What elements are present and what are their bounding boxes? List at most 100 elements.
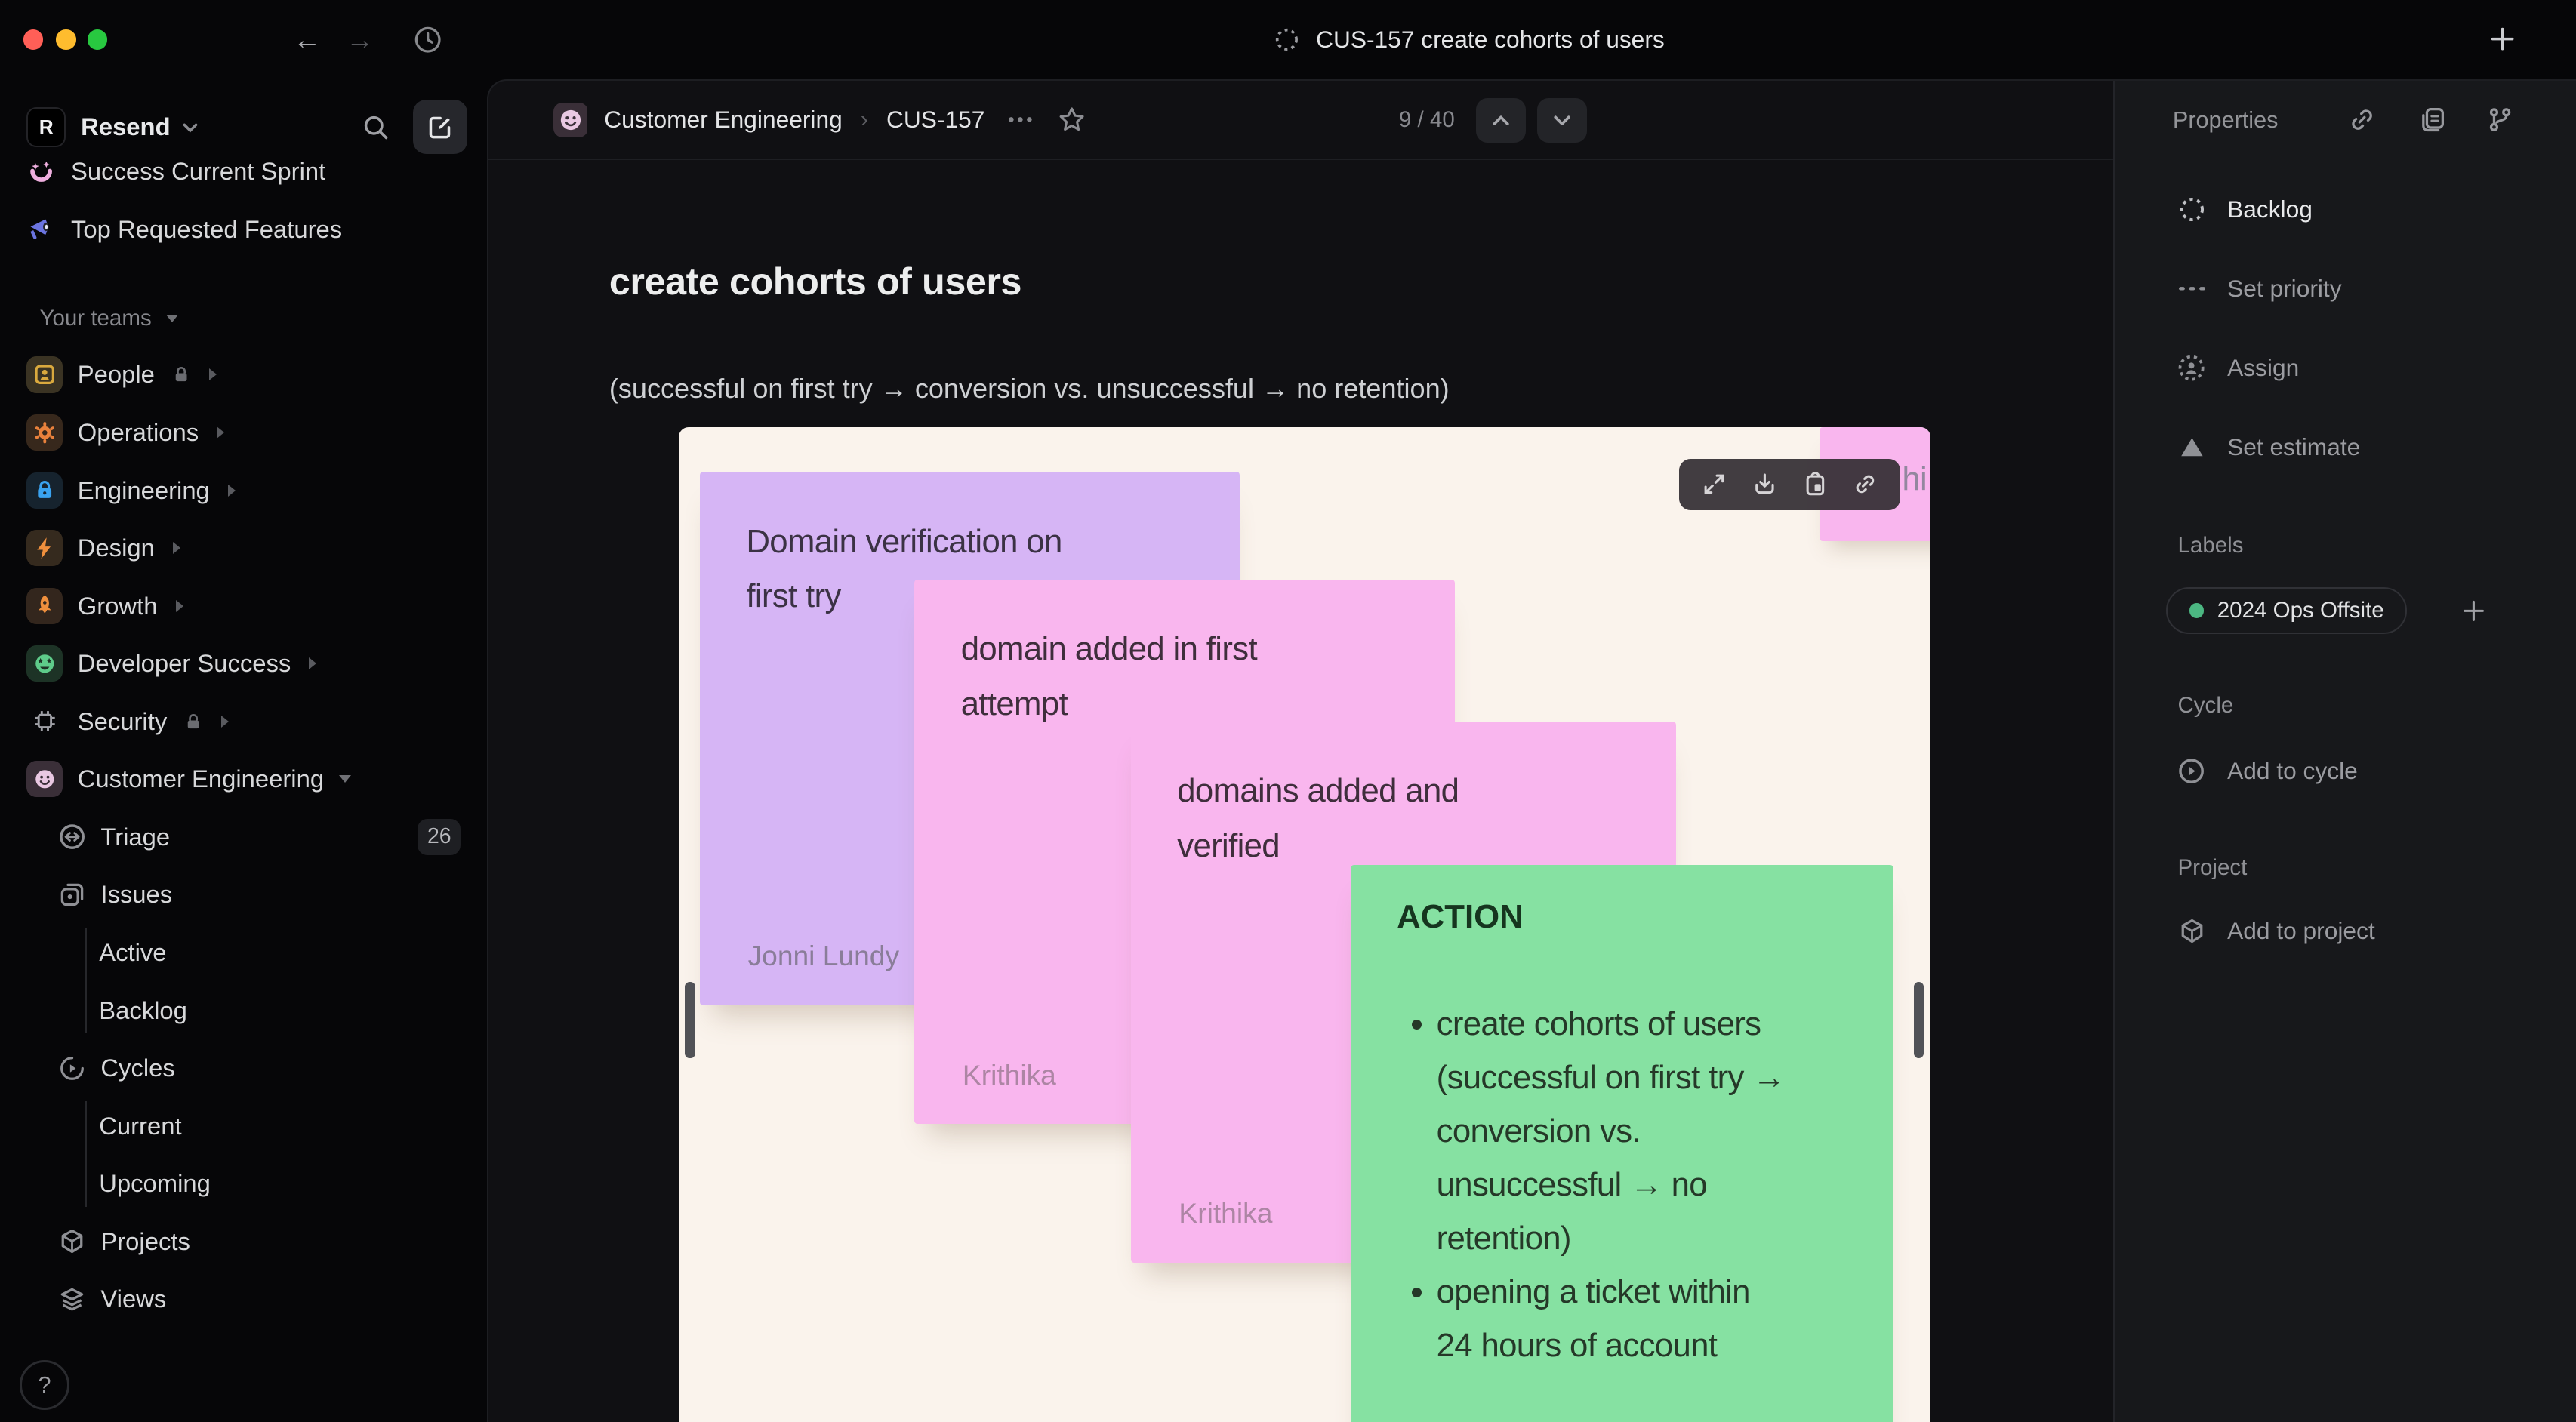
chevron-right-icon bbox=[217, 426, 224, 439]
priority-selector[interactable]: Set priority bbox=[2162, 249, 2560, 328]
minimize-window-button[interactable] bbox=[56, 29, 76, 50]
chevron-right-icon bbox=[172, 542, 180, 555]
search-icon[interactable] bbox=[362, 113, 390, 141]
rocket-icon bbox=[26, 587, 63, 624]
sidebar-team-developer-success[interactable]: Developer Success bbox=[13, 636, 473, 691]
issue-content: create cohorts of users (successful on f… bbox=[488, 160, 2113, 1422]
assign-person-icon bbox=[2177, 354, 2205, 382]
favorite-star-icon[interactable] bbox=[1058, 106, 1086, 134]
triage-icon bbox=[58, 823, 86, 851]
sidebar-team-operations[interactable]: Operations bbox=[13, 405, 473, 460]
add-label-button[interactable] bbox=[2450, 587, 2496, 633]
sidebar-item-views[interactable]: Views bbox=[13, 1271, 473, 1327]
backlog-status-icon bbox=[2177, 196, 2205, 223]
gear-icon bbox=[26, 414, 63, 451]
sidebar-team-growth[interactable]: Growth bbox=[13, 578, 473, 634]
chevron-down-icon bbox=[182, 122, 199, 133]
chevron-right-icon bbox=[309, 657, 316, 670]
sidebar-item-projects[interactable]: Projects bbox=[13, 1214, 473, 1270]
link-icon[interactable] bbox=[2348, 106, 2376, 134]
sidebar-team-security[interactable]: Security bbox=[13, 694, 473, 749]
more-options-icon[interactable] bbox=[1008, 116, 1033, 123]
sidebar-team-customer-engineering[interactable]: Customer Engineering bbox=[13, 751, 473, 807]
megaphone-icon bbox=[26, 214, 56, 244]
views-layers-icon bbox=[58, 1285, 86, 1313]
properties-panel: Properties Backlog Set priority Assign S… bbox=[2113, 80, 2576, 1422]
label-chip[interactable]: 2024 Ops Offsite bbox=[2166, 587, 2408, 634]
sidebar-item-top-requested-features[interactable]: Top Requested Features bbox=[13, 202, 473, 257]
issue-subtitle[interactable]: (successful on first try → conversion vs… bbox=[609, 373, 1450, 405]
estimate-selector[interactable]: Set estimate bbox=[2162, 408, 2560, 487]
chevron-right-icon bbox=[221, 715, 229, 728]
add-to-cycle-button[interactable]: Add to cycle bbox=[2162, 731, 2560, 811]
no-priority-icon bbox=[2177, 285, 2205, 292]
sidebar-item-issues[interactable]: Issues bbox=[13, 866, 473, 922]
duplicate-icon[interactable] bbox=[2419, 106, 2447, 134]
next-issue-button[interactable] bbox=[1537, 97, 1587, 143]
back-button[interactable]: ← bbox=[285, 18, 328, 61]
breadcrumb-separator: › bbox=[860, 106, 868, 132]
sticky-note-author: Krithika bbox=[1179, 1197, 1273, 1230]
image-resize-handle-right[interactable] bbox=[1913, 982, 1924, 1058]
zoom-window-button[interactable] bbox=[87, 29, 108, 50]
main-card: Customer Engineering › CUS-157 9 / 40 cr… bbox=[487, 78, 2576, 1422]
add-to-project-button[interactable]: Add to project bbox=[2162, 891, 2560, 971]
titlebar: ← → CUS-157 create cohorts of users bbox=[0, 0, 2576, 79]
sidebar-item-triage[interactable]: Triage 26 bbox=[13, 809, 473, 865]
breadcrumb-issue-id[interactable]: CUS-157 bbox=[886, 106, 984, 134]
sidebar-team-design[interactable]: Design bbox=[13, 520, 473, 576]
link-icon[interactable] bbox=[1853, 472, 1878, 497]
expand-icon[interactable] bbox=[1702, 472, 1727, 497]
label-color-dot bbox=[2189, 603, 2205, 618]
action-bullet: create cohorts of users (successful on f… bbox=[1437, 997, 1790, 1265]
close-window-button[interactable] bbox=[23, 29, 43, 50]
flower-smile-icon bbox=[26, 157, 56, 186]
issues-icon bbox=[58, 881, 86, 909]
new-tab-plus-icon[interactable] bbox=[2488, 25, 2516, 53]
window-title: CUS-157 create cohorts of users bbox=[0, 0, 2576, 79]
issue-position-counter: 9 / 40 bbox=[1398, 107, 1455, 133]
status-selector[interactable]: Backlog bbox=[2162, 170, 2560, 249]
sidebar-item-current[interactable]: Current bbox=[13, 1097, 473, 1153]
copy-to-clipboard-icon[interactable] bbox=[1803, 472, 1828, 497]
project-cube-icon bbox=[2177, 918, 2205, 944]
sidebar-team-people[interactable]: People bbox=[13, 346, 473, 402]
assignee-selector[interactable]: Assign bbox=[2162, 328, 2560, 408]
triage-count-badge: 26 bbox=[418, 818, 461, 855]
project-section-header: Project bbox=[2177, 854, 2248, 880]
sidebar-item-label: Top Requested Features bbox=[71, 215, 343, 243]
lock-icon bbox=[26, 472, 63, 509]
sidebar-item-backlog[interactable]: Backlog bbox=[13, 982, 473, 1038]
linear-app-window: ← → CUS-157 create cohorts of users R Re… bbox=[0, 0, 2576, 1422]
image-resize-handle-left[interactable] bbox=[685, 982, 695, 1058]
issue-title[interactable]: create cohorts of users bbox=[609, 259, 1022, 303]
previous-issue-button[interactable] bbox=[1476, 97, 1526, 143]
help-button[interactable]: ? bbox=[20, 1360, 69, 1410]
chevron-right-icon bbox=[209, 368, 217, 381]
labels-section-header: Labels bbox=[2177, 533, 2244, 559]
sidebar-team-engineering[interactable]: Engineering bbox=[13, 462, 473, 518]
download-icon[interactable] bbox=[1752, 472, 1777, 497]
star-struck-icon bbox=[26, 645, 63, 682]
chevron-down-icon bbox=[338, 775, 351, 783]
your-teams-section-header[interactable]: Your teams bbox=[39, 299, 179, 338]
issue-pane: Customer Engineering › CUS-157 9 / 40 cr… bbox=[488, 81, 2114, 1422]
sidebar-item-active[interactable]: Active bbox=[13, 925, 473, 980]
history-clock-icon[interactable] bbox=[406, 18, 449, 61]
backlog-status-icon bbox=[1274, 27, 1299, 52]
sidebar-item-label: Success Current Sprint bbox=[71, 157, 326, 186]
sidebar-item-upcoming[interactable]: Upcoming bbox=[13, 1156, 473, 1211]
git-branch-icon[interactable] bbox=[2486, 106, 2514, 134]
whiteboard-image[interactable]: Domain verification on first try Jonni L… bbox=[678, 427, 1930, 1422]
properties-header: Properties bbox=[2172, 106, 2279, 133]
sidebar-item-success-current-sprint[interactable]: Success Current Sprint bbox=[13, 143, 473, 199]
chevron-right-icon bbox=[175, 599, 183, 612]
smiley-icon bbox=[26, 761, 63, 798]
workspace-name: Resend bbox=[81, 112, 171, 141]
workspace-logo: R bbox=[26, 107, 66, 147]
sticky-note-author: Krithika bbox=[962, 1058, 1056, 1091]
lock-icon bbox=[183, 712, 203, 731]
sidebar-item-cycles[interactable]: Cycles bbox=[13, 1040, 473, 1096]
breadcrumb-team[interactable]: Customer Engineering bbox=[604, 106, 842, 134]
forward-button[interactable]: → bbox=[338, 18, 381, 61]
